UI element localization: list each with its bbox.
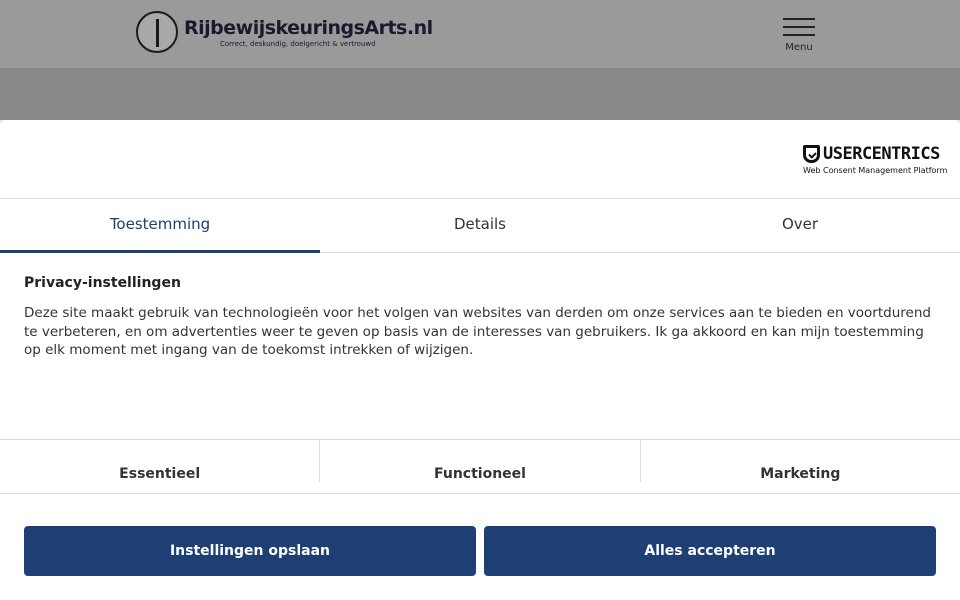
consent-dialog: USERCENTRICS Web Consent Management Plat… <box>0 120 960 600</box>
privacy-heading: Privacy-instellingen <box>24 275 181 291</box>
shield-icon <box>803 145 820 163</box>
menu-label: Menu <box>785 42 813 53</box>
accept-all-button[interactable]: Alles accepteren <box>484 526 936 576</box>
menu-button[interactable]: Menu <box>783 18 815 53</box>
dialog-header: USERCENTRICS Web Consent Management Plat… <box>0 120 960 199</box>
consent-actions: Instellingen opslaan Alles accepteren <box>0 494 960 576</box>
tab-details[interactable]: Details <box>320 199 640 252</box>
privacy-description: Deze site maakt gebruik van technologieë… <box>24 305 931 358</box>
save-settings-button[interactable]: Instellingen opslaan <box>24 526 476 576</box>
consent-tabs: Toestemming Details Over <box>0 199 960 253</box>
category-essentieel[interactable]: Essentieel <box>0 440 321 482</box>
logo-tagline: Correct, deskundig, doelgericht & vertro… <box>220 39 376 48</box>
usercentrics-brand[interactable]: USERCENTRICS Web Consent Management Plat… <box>803 144 947 175</box>
brand-name: USERCENTRICS <box>823 144 940 164</box>
hamburger-icon <box>783 18 815 36</box>
site-banner <box>0 68 960 120</box>
logo-name: RijbewijskeuringsArts.nl <box>184 16 433 39</box>
category-marketing[interactable]: Marketing <box>641 440 960 482</box>
brand-subtitle: Web Consent Management Platform <box>803 166 948 175</box>
tab-toestemming[interactable]: Toestemming <box>0 199 320 253</box>
caduceus-logo-icon <box>136 11 178 53</box>
site-header: RijbewijskeuringsArts.nl Correct, deskun… <box>0 0 960 68</box>
consent-categories: Essentieel Functioneel Marketing <box>0 439 960 494</box>
tab-over[interactable]: Over <box>640 199 960 252</box>
consent-content: Privacy-instellingen Deze site maakt geb… <box>0 253 960 439</box>
category-functioneel[interactable]: Functioneel <box>320 440 641 482</box>
site-logo[interactable]: RijbewijskeuringsArts.nl Correct, deskun… <box>136 11 433 53</box>
